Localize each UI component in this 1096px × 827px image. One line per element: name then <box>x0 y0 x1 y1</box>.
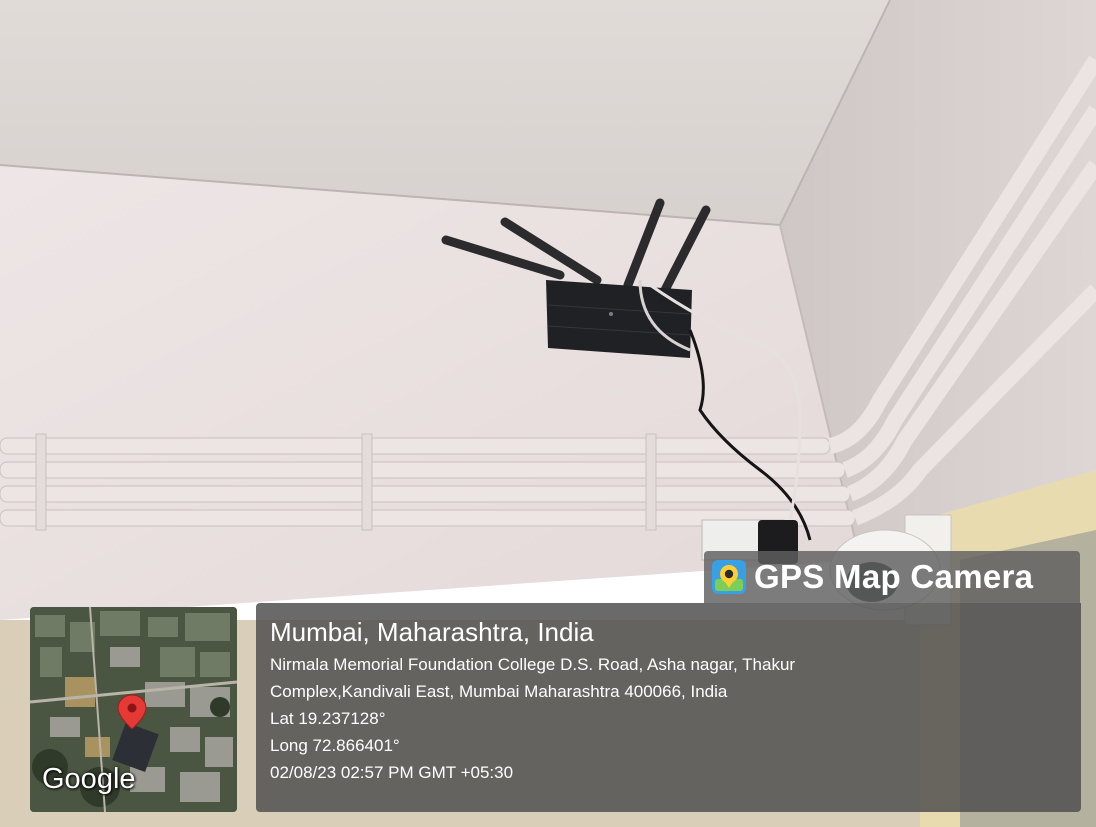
latitude-text: Lat 19.237128° <box>270 709 386 728</box>
gps-map-camera-app-icon <box>712 560 746 594</box>
wifi-router <box>546 280 692 358</box>
photo-scene: GPS Map Camera Google Mumbai, Maharashtr… <box>0 0 1096 827</box>
map-thumbnail: Google <box>30 607 237 812</box>
location-info-panel: Mumbai, Maharashtra, India Nirmala Memor… <box>256 603 1081 812</box>
gps-map-camera-watermark: GPS Map Camera <box>704 551 1080 603</box>
city-line: Mumbai, Maharashtra, India <box>270 617 594 647</box>
google-map-label: Google <box>42 763 136 795</box>
timestamp-text: 02/08/23 02:57 PM GMT +05:30 <box>270 763 514 782</box>
longitude-text: Long 72.866401° <box>270 736 400 755</box>
address-line-2: Complex,Kandivali East, Mumbai Maharasht… <box>270 682 728 701</box>
app-watermark-label: GPS Map Camera <box>754 558 1034 595</box>
address-line-1: Nirmala Memorial Foundation College D.S.… <box>270 655 796 674</box>
